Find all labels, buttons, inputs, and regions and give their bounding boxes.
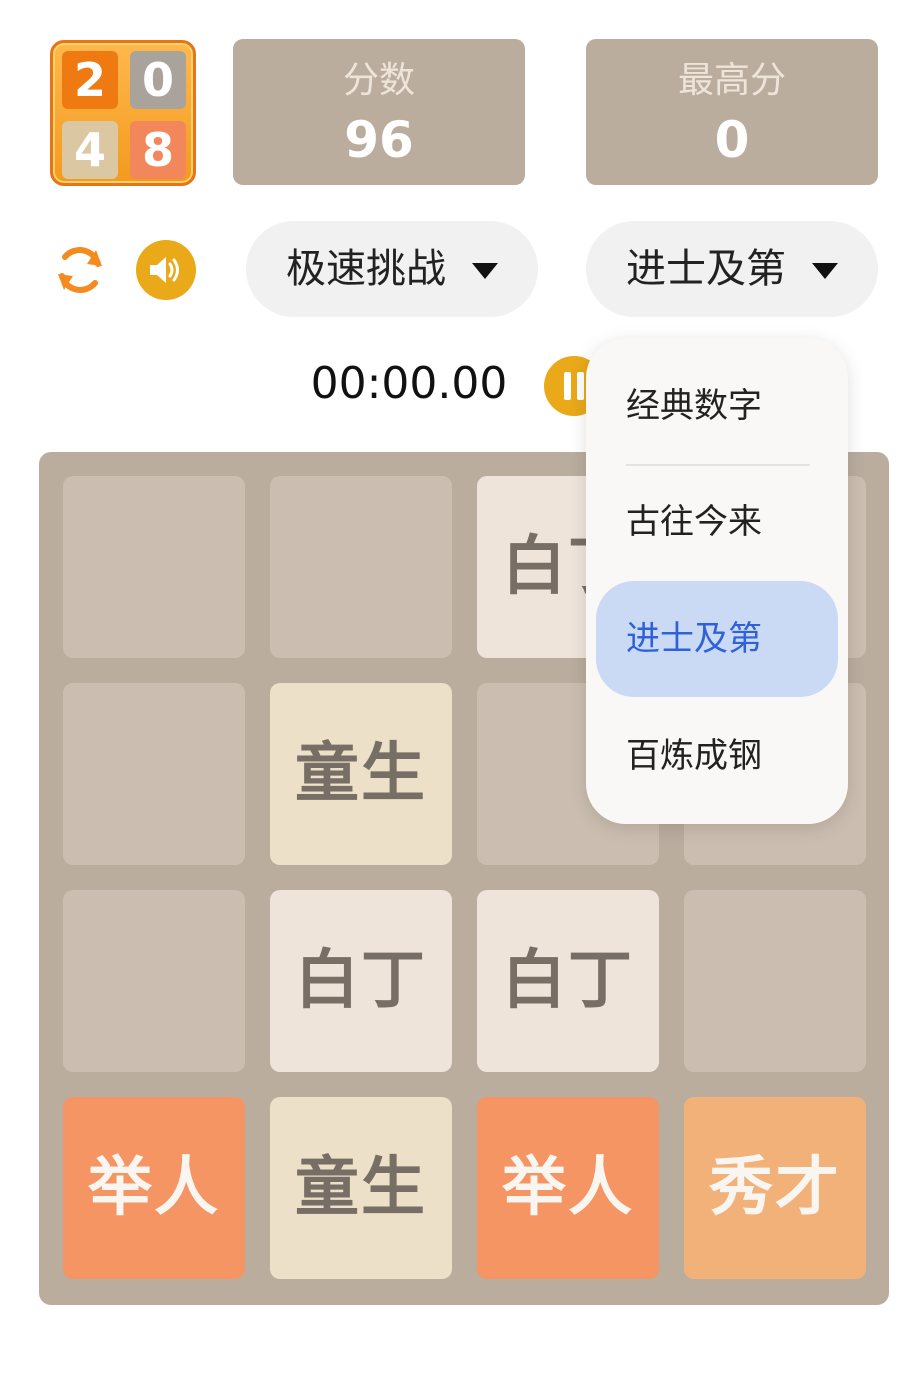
best-score-value: 0 [714, 111, 750, 169]
level-select-value: 进士及第 [626, 246, 786, 292]
tile: 举人 [477, 1097, 659, 1279]
dropdown-option[interactable]: 古往今来 [596, 464, 838, 580]
empty-cell [63, 890, 245, 1072]
app-logo: 2 0 4 8 [50, 40, 196, 186]
dropdown-option[interactable]: 经典数字 [596, 348, 838, 464]
caret-down-icon [472, 263, 498, 279]
dropdown-option-label: 百炼成钢 [626, 736, 762, 776]
best-score-label: 最高分 [677, 60, 786, 101]
empty-cell [63, 476, 245, 658]
level-select[interactable]: 进士及第 [586, 221, 878, 317]
logo-digit: 0 [130, 51, 186, 109]
score-box: 分数 96 [233, 39, 525, 185]
tile: 白丁 [477, 890, 659, 1072]
dropdown-option[interactable]: 进士及第 [596, 581, 838, 697]
score-value: 96 [344, 111, 414, 169]
tile: 举人 [63, 1097, 245, 1279]
refresh-icon[interactable] [52, 242, 108, 298]
logo-digit: 4 [62, 121, 118, 179]
mode-select[interactable]: 极速挑战 [246, 221, 538, 317]
empty-cell [684, 890, 866, 1072]
tile: 童生 [270, 683, 452, 865]
score-label: 分数 [342, 60, 415, 101]
level-dropdown-menu: 经典数字古往今来进士及第百炼成钢 [586, 338, 848, 824]
dropdown-option-label: 进士及第 [626, 619, 762, 659]
tile: 童生 [270, 1097, 452, 1279]
logo-digit: 2 [62, 51, 118, 109]
empty-cell [270, 476, 452, 658]
best-score-box: 最高分 0 [586, 39, 878, 185]
dropdown-option-label: 古往今来 [626, 502, 762, 542]
timer: 00:00.00 [310, 358, 508, 409]
speaker-icon[interactable] [136, 240, 196, 300]
empty-cell [63, 683, 245, 865]
logo-digit: 8 [130, 121, 186, 179]
dropdown-option[interactable]: 百炼成钢 [596, 698, 838, 814]
tile: 白丁 [270, 890, 452, 1072]
dropdown-option-label: 经典数字 [626, 386, 762, 426]
caret-down-icon [812, 263, 838, 279]
tile: 秀才 [684, 1097, 866, 1279]
mode-select-value: 极速挑战 [286, 246, 446, 292]
